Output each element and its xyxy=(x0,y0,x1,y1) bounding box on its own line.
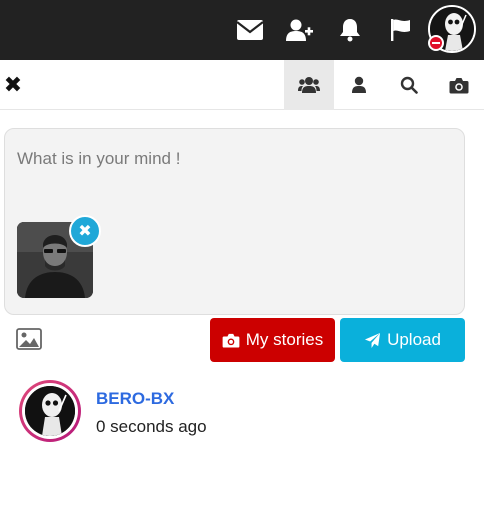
story-text-input[interactable] xyxy=(17,147,447,171)
story-toolbar: ✖ xyxy=(0,60,484,110)
status-badge xyxy=(428,35,444,51)
post-avatar[interactable] xyxy=(19,380,81,442)
avatar-ring xyxy=(22,383,78,439)
tab-profile[interactable] xyxy=(334,60,384,110)
image-icon xyxy=(16,328,42,350)
close-button[interactable]: ✖ xyxy=(2,72,24,98)
paper-plane-icon xyxy=(365,332,381,348)
upload-label: Upload xyxy=(387,330,441,349)
camera-icon xyxy=(449,77,469,93)
post-timestamp: 0 seconds ago xyxy=(96,417,207,436)
top-navbar xyxy=(0,0,484,60)
tab-camera[interactable] xyxy=(434,60,484,110)
user-icon xyxy=(352,76,366,93)
story-composer: ✖ xyxy=(4,128,465,315)
tab-search[interactable] xyxy=(384,60,434,110)
tab-users[interactable] xyxy=(284,60,334,110)
post-username[interactable]: BERO-BX xyxy=(96,389,174,409)
user-plus-icon[interactable] xyxy=(282,12,318,48)
envelope-icon[interactable] xyxy=(232,12,268,48)
avatar-image xyxy=(25,386,75,436)
my-stories-label: My stories xyxy=(245,330,324,349)
add-image-button[interactable] xyxy=(16,328,42,350)
camera-icon xyxy=(222,333,240,348)
users-icon xyxy=(298,77,320,93)
my-stories-button[interactable]: My stories xyxy=(210,318,335,362)
remove-image-button[interactable]: ✖ xyxy=(69,215,101,247)
upload-button[interactable]: Upload xyxy=(340,318,465,362)
bell-icon[interactable] xyxy=(332,12,368,48)
flag-icon[interactable] xyxy=(383,12,419,48)
search-icon xyxy=(400,76,418,94)
